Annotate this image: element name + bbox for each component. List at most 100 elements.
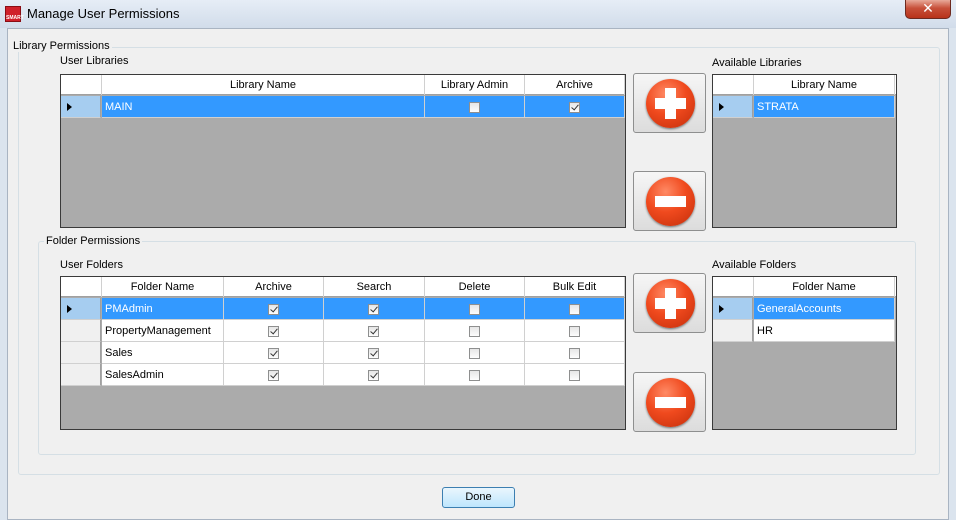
column-header[interactable]: Folder Name	[102, 277, 224, 297]
row-selector[interactable]	[713, 320, 753, 342]
row-header-corner	[61, 277, 102, 297]
delete-checkbox[interactable]	[469, 326, 480, 337]
delete-cell[interactable]	[425, 342, 525, 364]
archive-cell[interactable]	[525, 96, 625, 118]
table-row[interactable]: STRATA	[713, 96, 896, 118]
window-title: Manage User Permissions	[27, 6, 180, 21]
add-folder-button[interactable]	[633, 273, 706, 333]
available-folders-label: Available Folders	[712, 259, 797, 271]
folder-name-cell[interactable]: PMAdmin	[102, 298, 224, 320]
available-libraries-label: Available Libraries	[712, 57, 802, 69]
bulk-edit-cell[interactable]	[525, 320, 625, 342]
search-cell[interactable]	[324, 298, 425, 320]
folder-name-cell[interactable]: GeneralAccounts	[754, 298, 895, 320]
current-row-arrow-icon	[719, 305, 724, 313]
column-header[interactable]: Library Admin	[425, 75, 525, 95]
archive-checkbox[interactable]	[268, 304, 279, 315]
archive-cell[interactable]	[224, 342, 324, 364]
delete-checkbox[interactable]	[469, 348, 480, 359]
user-libraries-label: User Libraries	[60, 55, 129, 67]
search-checkbox[interactable]	[368, 370, 379, 381]
bulk-edit-cell[interactable]	[525, 298, 625, 320]
table-row[interactable]: MAIN	[61, 96, 625, 118]
row-selector[interactable]	[61, 342, 101, 364]
bulk-edit-checkbox[interactable]	[569, 348, 580, 359]
row-selector[interactable]	[61, 364, 101, 386]
bulk-edit-checkbox[interactable]	[569, 370, 580, 381]
row-selector[interactable]	[61, 320, 101, 342]
table-row[interactable]: PropertyManagement	[61, 320, 625, 342]
current-row-arrow-icon	[719, 103, 724, 111]
row-header-corner	[61, 75, 102, 95]
app-logo-icon: SMART	[5, 6, 24, 22]
search-cell[interactable]	[324, 364, 425, 386]
bulk-edit-cell[interactable]	[525, 342, 625, 364]
library-name-cell[interactable]: STRATA	[754, 96, 895, 118]
minus-circle-icon	[646, 177, 695, 226]
grid-header: Folder Name	[713, 277, 896, 297]
table-row[interactable]: Sales	[61, 342, 625, 364]
archive-checkbox[interactable]	[268, 370, 279, 381]
archive-cell[interactable]	[224, 320, 324, 342]
archive-checkbox[interactable]	[569, 102, 580, 113]
archive-cell[interactable]	[224, 298, 324, 320]
delete-cell[interactable]	[425, 320, 525, 342]
remove-folder-button[interactable]	[633, 372, 706, 432]
search-cell[interactable]	[324, 342, 425, 364]
grid-header: Library Name Library Admin Archive	[61, 75, 625, 95]
library-admin-checkbox[interactable]	[469, 102, 480, 113]
grid-header: Library Name	[713, 75, 896, 95]
library-name-cell[interactable]: MAIN	[102, 96, 425, 118]
folder-name-cell[interactable]: SalesAdmin	[102, 364, 224, 386]
archive-checkbox[interactable]	[268, 326, 279, 337]
table-row[interactable]: SalesAdmin	[61, 364, 625, 386]
available-libraries-grid[interactable]: Library Name STRATA	[712, 74, 897, 228]
close-button[interactable]: ✕	[905, 0, 951, 19]
row-selector[interactable]	[713, 298, 753, 320]
add-library-button[interactable]	[633, 73, 706, 133]
row-selector[interactable]	[61, 96, 101, 118]
archive-checkbox[interactable]	[268, 348, 279, 359]
folder-name-cell[interactable]: PropertyManagement	[102, 320, 224, 342]
delete-checkbox[interactable]	[469, 370, 480, 381]
table-row[interactable]: PMAdmin	[61, 298, 625, 320]
search-cell[interactable]	[324, 320, 425, 342]
title-bar: SMART Manage User Permissions ✕	[0, 0, 956, 28]
folder-name-cell[interactable]: HR	[754, 320, 895, 342]
user-libraries-grid[interactable]: Library Name Library Admin Archive MAIN	[60, 74, 626, 228]
available-folders-grid[interactable]: Folder Name GeneralAccounts HR	[712, 276, 897, 430]
folder-permissions-label: Folder Permissions	[44, 235, 143, 247]
column-header[interactable]: Library Name	[102, 75, 425, 95]
row-selector[interactable]	[61, 298, 101, 320]
remove-library-button[interactable]	[633, 171, 706, 231]
column-header[interactable]: Library Name	[754, 75, 895, 95]
table-row[interactable]: GeneralAccounts	[713, 298, 896, 320]
folder-name-cell[interactable]: Sales	[102, 342, 224, 364]
delete-cell[interactable]	[425, 298, 525, 320]
row-header-corner	[713, 75, 754, 95]
plus-circle-icon	[646, 279, 695, 328]
column-header[interactable]: Folder Name	[754, 277, 895, 297]
user-folders-grid[interactable]: Folder Name Archive Search Delete Bulk E…	[60, 276, 626, 430]
plus-circle-icon	[646, 79, 695, 128]
search-checkbox[interactable]	[368, 304, 379, 315]
done-button[interactable]: Done	[442, 487, 515, 508]
search-checkbox[interactable]	[368, 326, 379, 337]
column-header[interactable]: Delete	[425, 277, 525, 297]
library-admin-cell[interactable]	[425, 96, 525, 118]
archive-cell[interactable]	[224, 364, 324, 386]
column-header[interactable]: Archive	[224, 277, 324, 297]
delete-cell[interactable]	[425, 364, 525, 386]
search-checkbox[interactable]	[368, 348, 379, 359]
row-selector[interactable]	[713, 96, 753, 118]
column-header[interactable]: Search	[324, 277, 425, 297]
current-row-arrow-icon	[67, 305, 72, 313]
bulk-edit-cell[interactable]	[525, 364, 625, 386]
table-row[interactable]: HR	[713, 320, 896, 342]
column-header[interactable]: Bulk Edit	[525, 277, 625, 297]
bulk-edit-checkbox[interactable]	[569, 304, 580, 315]
minus-circle-icon	[646, 378, 695, 427]
column-header[interactable]: Archive	[525, 75, 625, 95]
delete-checkbox[interactable]	[469, 304, 480, 315]
bulk-edit-checkbox[interactable]	[569, 326, 580, 337]
